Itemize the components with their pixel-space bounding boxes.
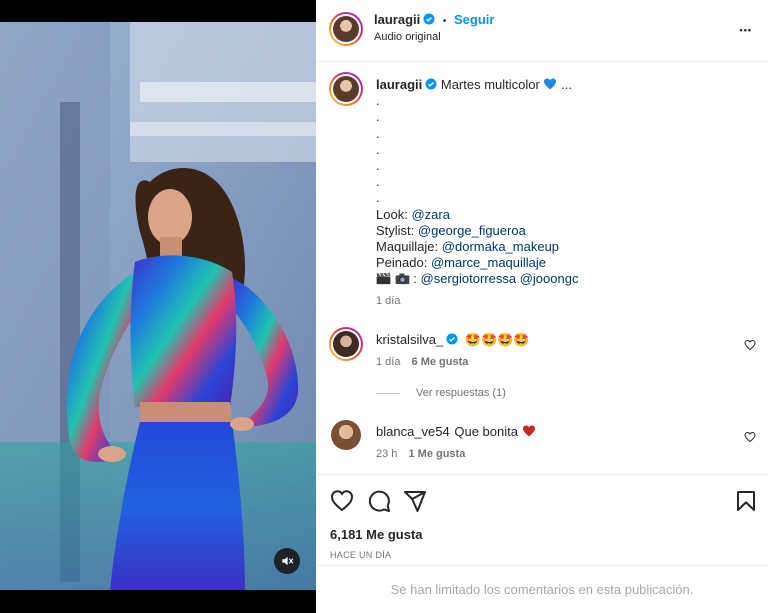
heart-icon[interactable] — [744, 431, 756, 443]
mute-button[interactable] — [274, 548, 300, 574]
comments-section[interactable]: lauragii Martes multicolor ... . . . . .… — [316, 62, 768, 474]
mention-photographer[interactable]: @sergiotorressa — [421, 271, 517, 286]
post-panel: lauragii • Seguir Audio original ••• lau… — [316, 0, 768, 613]
post-photo — [0, 22, 316, 590]
caption-dot: . — [376, 141, 380, 157]
commenter-avatar[interactable] — [331, 420, 361, 450]
comment-time[interactable]: 1 día — [376, 356, 400, 368]
caption-dot: . — [376, 125, 380, 141]
audio-link[interactable]: Audio original — [374, 31, 441, 43]
author-username[interactable]: lauragii — [374, 12, 420, 27]
makeup-label: Maquillaje: — [376, 239, 439, 255]
muted-speaker-icon — [282, 556, 294, 566]
hair-label: Peinado: — [376, 255, 428, 271]
mention-stylist[interactable]: @george_figueroa — [418, 223, 526, 238]
replies-dash — [376, 392, 400, 394]
caption: lauragii Martes multicolor ... . . . . .… — [376, 77, 746, 309]
comment-text: 🤩🤩🤩🤩 — [464, 332, 530, 347]
likes-count[interactable]: 6,181 Me gusta — [330, 527, 423, 542]
commenter-avatar[interactable] — [329, 327, 363, 361]
mention-makeup[interactable]: @dormaka_makeup — [442, 239, 559, 254]
blue-heart-emoji — [544, 78, 557, 90]
bookmark-icon[interactable] — [734, 489, 758, 513]
more-icon: ••• — [739, 25, 752, 35]
caption-dot: . — [376, 174, 380, 190]
comments-limited-notice: Se han limitado los comentarios en esta … — [316, 565, 768, 613]
caption-dot: . — [376, 109, 380, 125]
like-heart-icon[interactable] — [330, 489, 354, 513]
mention-videographer[interactable]: @jooongc — [520, 271, 579, 286]
header-separator: • — [442, 16, 447, 27]
post-actions: 6,181 Me gusta HACE UN DÍA — [316, 474, 768, 564]
caption-dot: . — [376, 93, 380, 109]
post-header: lauragii • Seguir Audio original ••• — [316, 0, 768, 62]
comment-icon[interactable] — [367, 489, 391, 513]
camera-emoji — [395, 273, 409, 285]
look-label: Look: — [376, 206, 408, 222]
comment-username[interactable]: kristalsilva_ — [376, 332, 443, 347]
view-replies-label: Ver respuestas (1) — [416, 387, 506, 399]
caption-ellipsis: ... — [561, 77, 572, 92]
caption-avatar[interactable] — [329, 72, 363, 106]
comment-item: kristalsilva_ 🤩🤩🤩🤩 — [376, 332, 530, 348]
camera-separator: : — [413, 271, 417, 287]
comment-time[interactable]: 23 h — [376, 448, 397, 460]
comment-item: blanca_ve54 Que bonita — [376, 424, 536, 439]
mention-zara[interactable]: @zara — [411, 207, 450, 222]
verified-icon — [446, 333, 458, 345]
post-media[interactable] — [0, 0, 316, 613]
comment-meta: 23 h 1 Me gusta — [376, 448, 465, 460]
stylist-label: Stylist: — [376, 222, 415, 238]
view-replies-button[interactable]: Ver respuestas (1) — [376, 387, 506, 399]
follow-button[interactable]: Seguir — [454, 12, 494, 27]
red-heart-emoji — [522, 425, 535, 437]
comment-likes[interactable]: 1 Me gusta — [408, 448, 465, 460]
heart-icon[interactable] — [744, 339, 756, 351]
mention-hair[interactable]: @marce_maquillaje — [431, 255, 546, 270]
comment-username[interactable]: blanca_ve54 — [376, 424, 450, 439]
clapper-emoji — [376, 273, 391, 285]
post-date[interactable]: HACE UN DÍA — [330, 550, 391, 560]
comment-meta: 1 día 6 Me gusta — [376, 356, 468, 368]
verified-icon — [423, 13, 435, 25]
share-icon[interactable] — [403, 489, 427, 513]
author-avatar[interactable] — [329, 12, 363, 46]
comment-text: Que bonita — [454, 424, 518, 439]
caption-dot: . — [376, 190, 380, 206]
comment-likes[interactable]: 6 Me gusta — [412, 356, 469, 368]
caption-dot: . — [376, 158, 380, 174]
post-video[interactable] — [0, 22, 316, 590]
caption-time[interactable]: 1 día — [376, 293, 746, 309]
caption-username[interactable]: lauragii — [376, 77, 422, 92]
verified-icon — [425, 78, 437, 90]
caption-title: Martes multicolor — [440, 77, 540, 92]
more-options-button[interactable]: ••• — [740, 20, 752, 38]
